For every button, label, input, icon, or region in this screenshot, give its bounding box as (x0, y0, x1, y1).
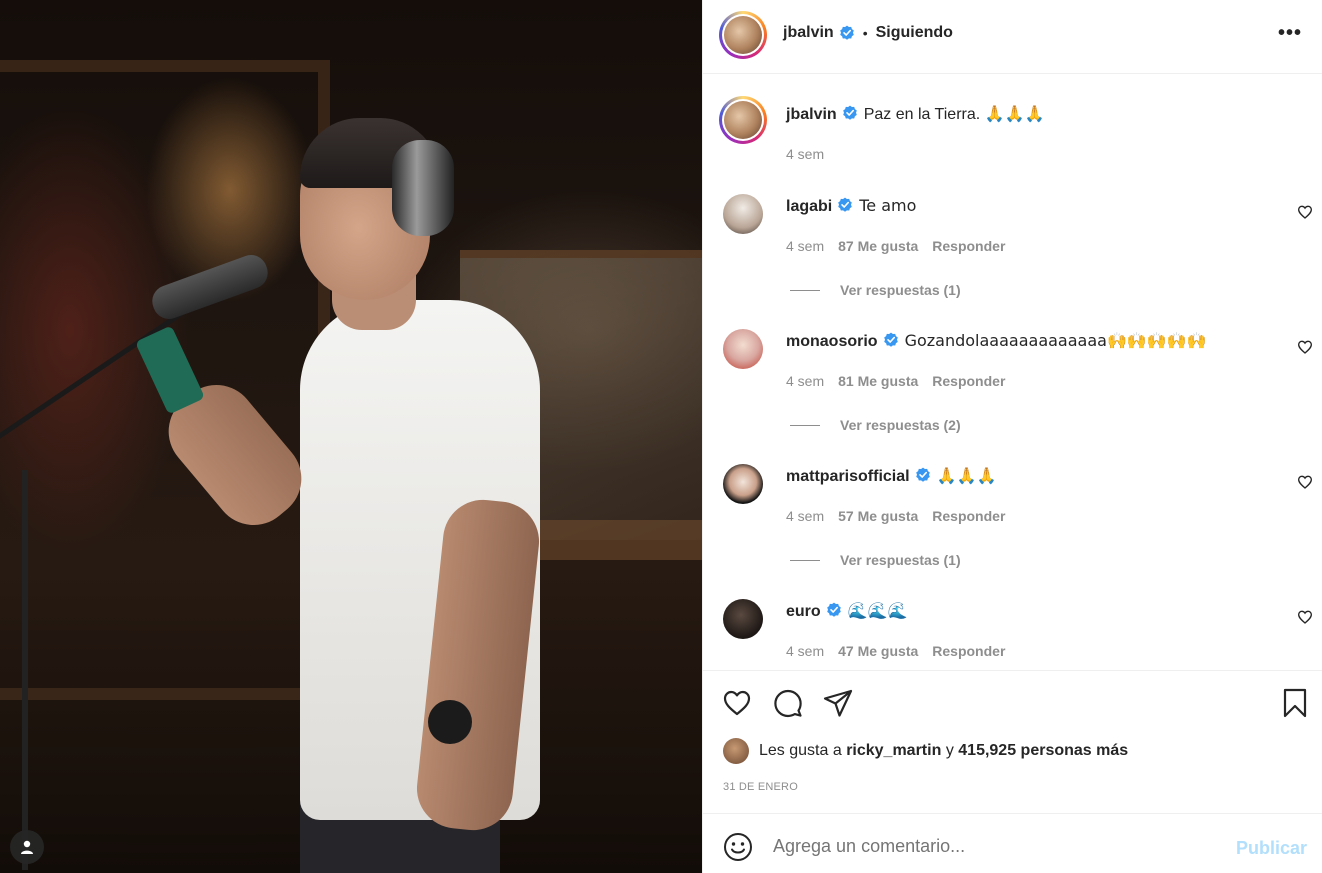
replies-divider (790, 424, 820, 426)
caption-username[interactable]: jbalvin (786, 106, 837, 123)
comment-composer: Publicar (703, 813, 1322, 873)
commenter-username[interactable]: mattparisofficial (786, 468, 910, 485)
verified-badge-icon (826, 602, 841, 617)
comment-item: euro 🌊🌊🌊 4 sem 47 Me gusta Responder (723, 599, 1313, 669)
publish-button[interactable]: Publicar (1236, 838, 1307, 859)
likes-prefix: Les gusta a (759, 742, 842, 759)
reply-button[interactable]: Responder (932, 238, 1005, 254)
bookmark-icon[interactable] (1279, 687, 1311, 719)
user-tag-button[interactable] (10, 830, 44, 864)
comment-age: 4 sem (786, 508, 825, 524)
comment-likes-count[interactable]: 87 Me gusta (838, 238, 918, 254)
view-replies-label: Ver respuestas (1) (840, 282, 961, 298)
post-action-bar (703, 670, 1322, 732)
post-side-panel: jbalvin • Siguiendo ••• jbalvin Paz en la… (702, 0, 1322, 873)
likes-summary: Les gusta a ricky_martin y 415,925 perso… (723, 738, 1128, 764)
replies-divider (790, 559, 820, 561)
comment-likes-count[interactable]: 81 Me gusta (838, 373, 918, 389)
mic-stand (22, 470, 28, 870)
headphones (392, 140, 454, 236)
verified-badge-icon (838, 197, 853, 212)
liker-username[interactable]: ricky_martin (846, 742, 941, 760)
comment-likes-count[interactable]: 47 Me gusta (838, 643, 918, 659)
comment-likes-count[interactable]: 57 Me gusta (838, 508, 918, 524)
comment-text: Te amo (859, 196, 917, 215)
comment-like-heart-icon[interactable] (1297, 339, 1313, 355)
commenter-avatar[interactable] (723, 599, 763, 639)
commenter-username[interactable]: monaosorio (786, 333, 878, 350)
caption-author-avatar[interactable] (719, 96, 767, 144)
replies-divider (790, 289, 820, 291)
comment-like-heart-icon[interactable] (1297, 204, 1313, 220)
comment-age: 4 sem (786, 238, 825, 254)
commenter-username[interactable]: euro (786, 603, 821, 620)
post-header: jbalvin • Siguiendo ••• (703, 0, 1322, 74)
commenter-username[interactable]: lagabi (786, 198, 832, 215)
share-icon[interactable] (822, 687, 854, 719)
view-replies-button[interactable]: Ver respuestas (1) (790, 282, 961, 298)
post-photo[interactable] (0, 0, 702, 873)
comment-age: 4 sem (786, 373, 825, 389)
view-replies-button[interactable]: Ver respuestas (1) (790, 552, 961, 568)
liker-avatar[interactable] (723, 738, 749, 764)
comment-item: monaosorio Gozandolaaaaaaaaaaaaa🙌🙌🙌🙌🙌 4 s… (723, 329, 1313, 439)
comment-like-heart-icon[interactable] (1297, 474, 1313, 490)
commenter-avatar[interactable] (723, 194, 763, 234)
comment-text: 🙏🙏🙏 (936, 466, 997, 485)
comment-input[interactable] (773, 836, 1193, 857)
commenter-avatar[interactable] (723, 464, 763, 504)
user-tag-icon (21, 840, 33, 854)
comment-icon[interactable] (772, 687, 804, 719)
emoji-icon[interactable] (723, 832, 753, 862)
reply-button[interactable]: Responder (932, 508, 1005, 524)
reply-button[interactable]: Responder (932, 643, 1005, 659)
comment-age: 4 sem (786, 643, 825, 659)
author-avatar[interactable] (719, 11, 767, 59)
post-caption: jbalvin Paz en la Tierra. 🙏🙏🙏 4 sem (719, 96, 1313, 170)
comment-text: 🌊🌊🌊 (847, 601, 908, 620)
verified-badge-icon (842, 105, 857, 120)
view-replies-label: Ver respuestas (2) (840, 417, 961, 433)
header-separator: • (862, 25, 868, 41)
comments-list[interactable]: jbalvin Paz en la Tierra. 🙏🙏🙏 4 sem lagab… (703, 74, 1322, 670)
comment-like-heart-icon[interactable] (1297, 609, 1313, 625)
comment-item: mattparisofficial 🙏🙏🙏 4 sem 57 Me gusta Res… (723, 464, 1313, 574)
post-date[interactable]: 31 DE ENERO (723, 781, 798, 793)
person-watch (428, 700, 472, 744)
more-options-icon[interactable]: ••• (1278, 22, 1302, 45)
comment-item: lagabi Te amo 4 sem 87 Me gusta Responder V… (723, 194, 1313, 304)
view-replies-button[interactable]: Ver respuestas (2) (790, 417, 961, 433)
comment-text: Gozandolaaaaaaaaaaaaa🙌🙌🙌🙌🙌 (904, 331, 1207, 350)
verified-badge-icon (883, 332, 898, 347)
caption-age: 4 sem (786, 146, 825, 162)
heart-icon[interactable] (721, 687, 753, 719)
verified-badge-icon (839, 25, 854, 40)
commenter-avatar[interactable] (723, 329, 763, 369)
likes-joiner: y (945, 742, 954, 759)
likes-count[interactable]: 415,925 personas más (958, 742, 1128, 760)
following-button[interactable]: Siguiendo (876, 24, 953, 42)
view-replies-label: Ver respuestas (1) (840, 552, 961, 568)
author-username[interactable]: jbalvin (783, 24, 834, 42)
verified-badge-icon (915, 467, 930, 482)
reply-button[interactable]: Responder (932, 373, 1005, 389)
caption-text: Paz en la Tierra. 🙏🙏🙏 (863, 106, 1045, 123)
